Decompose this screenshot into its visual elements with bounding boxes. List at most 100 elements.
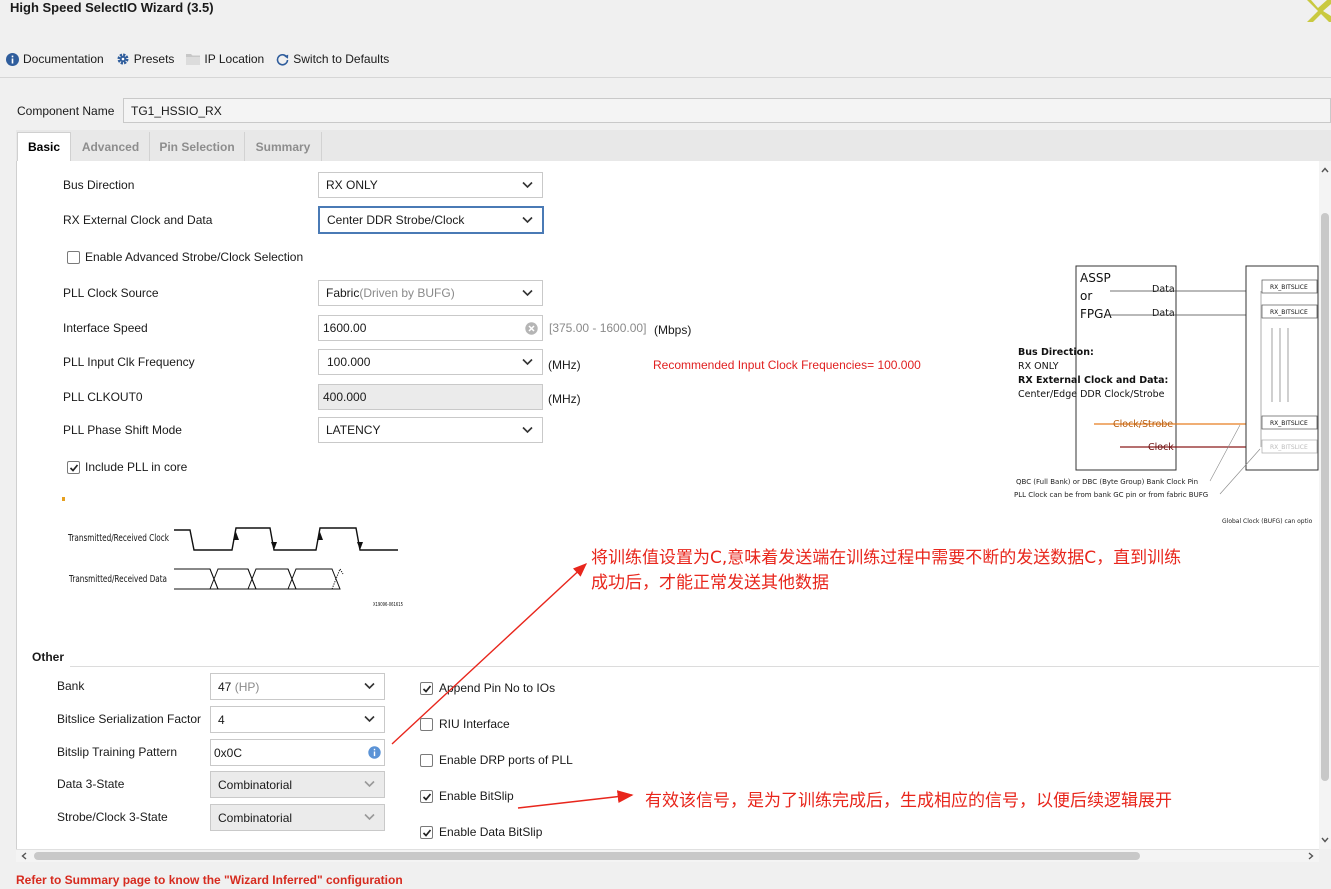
tab-pin-selection[interactable]: Pin Selection: [150, 132, 245, 161]
pll-clock-source-hint: (Driven by BUFG): [359, 286, 455, 300]
presets-button[interactable]: Presets: [116, 52, 175, 66]
bus-direction-select[interactable]: RX ONLY: [318, 172, 543, 198]
chevron-down-icon: [522, 181, 533, 189]
switch-defaults-button[interactable]: Switch to Defaults: [276, 52, 389, 66]
tab-basic[interactable]: Basic: [17, 132, 71, 161]
bitslip-pattern-input[interactable]: 0x0C: [210, 739, 385, 766]
pll-input-clk-label: PLL Input Clk Frequency: [63, 355, 195, 369]
diagram-note-2: PLL Clock can be from bank GC pin or fro…: [1014, 491, 1208, 499]
bank-hint: (HP): [234, 679, 260, 694]
tab-basic-label: Basic: [27, 140, 61, 154]
switch-defaults-label: Switch to Defaults: [293, 52, 390, 66]
chevron-down-icon: [522, 289, 533, 297]
chevron-down-icon: [522, 426, 533, 434]
component-name-value: TG1_HSSIO_RX: [131, 103, 222, 118]
info-icon: [368, 746, 381, 759]
checkmark-icon: [422, 793, 432, 801]
interface-speed-input[interactable]: 1600.00: [318, 315, 543, 341]
window-title: High Speed SelectIO Wizard (3.5): [10, 0, 214, 15]
gear-icon: [117, 53, 129, 65]
clear-icon: [525, 322, 538, 335]
vertical-scrollbar[interactable]: [1319, 161, 1331, 849]
checkmark-icon: [422, 685, 432, 693]
drp-checkbox[interactable]: [420, 754, 433, 767]
bus-dir-title: Bus Direction:: [1018, 347, 1094, 358]
annotation-line-1: 将训练值设置为C,意味着发送端在训练过程中需要不断的发送数据C，直到训练: [591, 548, 1182, 568]
strobe-3state-value: Combinatorial: [218, 810, 293, 825]
serialization-select[interactable]: 4: [210, 706, 385, 733]
presets-label: Presets: [133, 52, 175, 66]
folder-icon: [186, 54, 201, 65]
bitslice-label-1: RX_BITSLICE: [1270, 284, 1308, 291]
bitslip-checkbox[interactable]: [420, 790, 433, 803]
source-line1: ASSP: [1080, 271, 1111, 285]
scroll-left-icon: [21, 852, 27, 860]
info-icon: [6, 52, 19, 66]
pll-clkout0-unit: (MHz): [548, 392, 581, 406]
data-3state-value: Combinatorial: [218, 777, 293, 792]
pll-phase-shift-label: PLL Phase Shift Mode: [63, 423, 182, 437]
tab-summary[interactable]: Summary: [245, 132, 322, 161]
riu-checkbox[interactable]: [420, 718, 433, 731]
documentation-label: Documentation: [23, 52, 104, 66]
tab-advanced-label: Advanced: [81, 139, 140, 154]
ext-clock-title: RX External Clock and Data:: [1018, 375, 1168, 386]
pll-clkout0-label: PLL CLKOUT0: [63, 390, 143, 404]
documentation-button[interactable]: Documentation: [6, 52, 104, 66]
scroll-down-icon: [1321, 837, 1329, 843]
serialization-value: 4: [218, 712, 225, 727]
bitslip-pattern-label: Bitslip Training Pattern: [57, 745, 178, 759]
data-bitslip-label: Enable Data BitSlip: [439, 825, 543, 839]
vertical-scroll-thumb[interactable]: [1321, 213, 1329, 781]
bank-value: 47: [218, 679, 232, 694]
rx-ext-clock-value: Center DDR Strobe/Clock: [327, 213, 465, 227]
timing-figure-id: X19096-061615: [373, 602, 403, 608]
pll-input-clk-select[interactable]: 100.000: [318, 349, 543, 375]
component-name-input[interactable]: TG1_HSSIO_RX: [123, 98, 1331, 123]
bitslice-label-2: RX_BITSLICE: [1270, 309, 1308, 316]
component-name-label: Component Name: [17, 104, 115, 118]
tab-advanced[interactable]: Advanced: [72, 132, 150, 161]
recommended-clock-note: Recommended Input Clock Frequencies= 100…: [653, 358, 921, 372]
timing-diagram: Transmitted/Received Clock Transmitted/R…: [67, 527, 403, 608]
drp-label: Enable DRP ports of PLL: [439, 753, 573, 767]
horizontal-scrollbar[interactable]: [16, 849, 1319, 862]
bus-dir-value: RX ONLY: [1018, 361, 1059, 372]
pll-phase-shift-select[interactable]: LATENCY: [318, 417, 543, 443]
data-bitslip-checkbox[interactable]: [420, 826, 433, 839]
enable-adv-strobe-label: Enable Advanced Strobe/Clock Selection: [85, 250, 304, 264]
source-line2: or: [1080, 289, 1092, 303]
append-pin-checkbox[interactable]: [420, 682, 433, 695]
chevron-down-icon: [522, 358, 533, 366]
block-diagram: ASSP or FPGA Data Data Bus Direction: RX…: [1014, 265, 1319, 525]
interface-speed-unit: (Mbps): [654, 323, 692, 337]
checkmark-icon: [69, 464, 79, 472]
scroll-right-icon: [1308, 852, 1314, 860]
toolbar: Documentation Presets IP Location Switch…: [0, 48, 395, 70]
data-label-1: Data: [1152, 284, 1175, 295]
other-divider: [70, 666, 1319, 667]
enable-adv-strobe-checkbox[interactable]: [67, 251, 80, 264]
bus-direction-value: RX ONLY: [326, 178, 378, 192]
horizontal-scroll-thumb[interactable]: [34, 852, 1140, 860]
chevron-down-icon: [364, 715, 375, 723]
toolbar-divider: [0, 77, 1331, 78]
tab-summary-label: Summary: [255, 139, 311, 154]
source-line3: FPGA: [1080, 307, 1112, 321]
interface-speed-value: 1600.00: [323, 321, 367, 335]
bank-select[interactable]: 47 (HP): [210, 673, 385, 700]
serialization-label: Bitslice Serialization Factor: [57, 712, 202, 726]
other-heading: Other: [32, 650, 65, 664]
data-3state-label: Data 3-State: [57, 777, 125, 791]
pll-input-clk-value: 100.000: [327, 355, 371, 369]
include-pll-checkbox[interactable]: [67, 461, 80, 474]
riu-label: RIU Interface: [439, 717, 510, 731]
tick-mark: [62, 497, 65, 501]
bitslice-label-3: RX_BITSLICE: [1270, 420, 1308, 427]
data-3state-select: Combinatorial: [210, 771, 385, 798]
ip-location-button[interactable]: IP Location: [186, 52, 264, 66]
rx-ext-clock-select[interactable]: Center DDR Strobe/Clock: [318, 206, 544, 234]
bitslip-pattern-value: 0x0C: [214, 745, 243, 760]
annotation-line-2: 成功后，才能正常发送其他数据: [591, 573, 829, 593]
pll-clock-source-select[interactable]: Fabric (Driven by BUFG): [318, 280, 543, 306]
